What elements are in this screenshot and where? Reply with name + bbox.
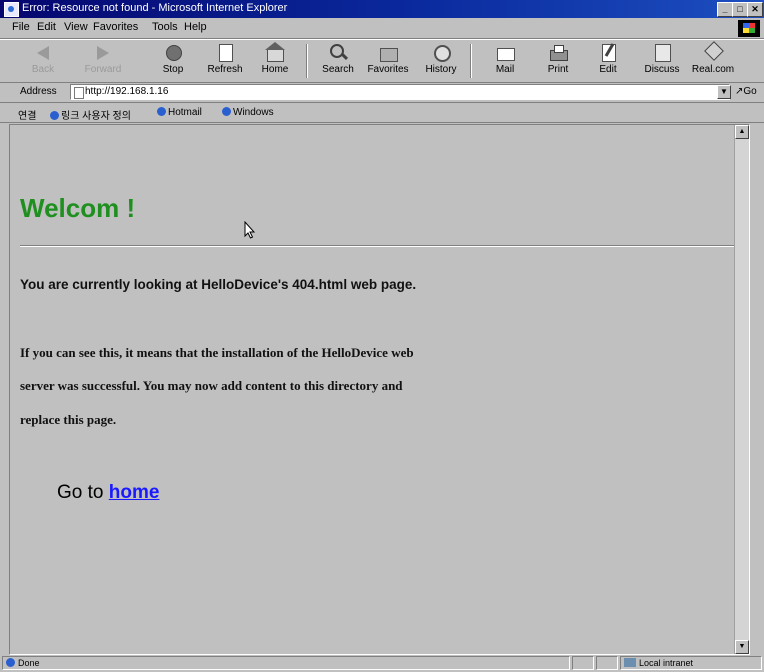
ie-link-icon [157,107,166,116]
back-button[interactable]: Back [18,44,68,80]
links-label: 연결 [18,111,37,122]
paragraph-line: replace this page. [20,412,117,427]
close-button[interactable]: ✕ [747,2,763,17]
mail-icon [495,44,515,62]
stop-icon [163,44,183,62]
back-arrow-icon [33,44,53,62]
subheading: You are currently looking at HelloDevice… [20,277,417,292]
minimize-button[interactable]: _ [717,2,733,17]
menu-edit[interactable]: Edit [37,21,56,33]
stop-button[interactable]: Stop [148,44,198,80]
menu-tools[interactable]: Tools [152,21,178,33]
link-windows[interactable]: Windows [222,107,274,118]
welcome-heading: Welcom ! [20,193,136,223]
forward-arrow-icon [93,44,113,62]
address-bar: Address http://192.168.1.16 ▼ ↗Go [0,82,764,103]
favorites-button[interactable]: Favorites [363,44,413,80]
printer-icon [548,44,568,62]
home-link[interactable]: home [109,482,160,503]
title-bar: Error: Resource not found - Microsoft In… [0,0,764,18]
history-button[interactable]: History [416,44,466,80]
status-text: Done [2,656,570,670]
paragraph-line: If you can see this, it means that the i… [20,345,414,360]
discuss-icon [652,44,672,62]
home-button[interactable]: Home [250,42,300,80]
ie-link-icon [50,111,59,120]
edit-button[interactable]: Edit [583,44,633,80]
ie-throbber-logo [738,20,760,37]
toolbar-separator [470,44,472,78]
page-content: Welcom ! You are currently looking at He… [9,124,750,655]
menu-favorites[interactable]: Favorites [93,21,138,33]
edit-icon [598,44,618,62]
page-icon [74,87,84,99]
maximize-button[interactable]: □ [732,2,748,17]
home-icon [265,42,285,62]
address-input[interactable]: http://192.168.1.16 [70,84,730,100]
links-bar: 연결 링크 사용자 정의 Hotmail Windows [0,103,764,123]
menu-view[interactable]: View [64,21,88,33]
toolbar-separator [306,44,308,78]
ie-link-icon [222,107,231,116]
search-icon [328,44,348,62]
menu-bar: File Edit View Favorites Tools Help [0,18,764,39]
scroll-up-button[interactable]: ▲ [735,125,749,139]
mail-button[interactable]: Mail [480,44,530,80]
realcom-button[interactable]: Real.com [688,41,738,80]
horizontal-rule [20,245,746,247]
address-label: Address [20,86,57,97]
discuss-button[interactable]: Discuss [637,44,687,80]
standard-toolbar: Back Forward Stop Refresh Home Search Fa… [0,39,764,83]
refresh-button[interactable]: Refresh [200,44,250,80]
favorites-folder-icon [378,44,398,62]
status-pane [572,656,594,670]
vertical-scrollbar[interactable]: ▲ ▼ [734,125,749,654]
link-customize[interactable]: 링크 사용자 정의 [50,107,131,122]
forward-button[interactable]: Forward [78,44,128,80]
address-dropdown-button[interactable]: ▼ [717,85,731,99]
refresh-icon [215,44,235,62]
address-url[interactable]: http://192.168.1.16 [85,86,168,97]
menu-file[interactable]: File [12,21,30,33]
window-title: Error: Resource not found - Microsoft In… [22,2,288,14]
history-icon [431,44,451,62]
status-bar: Done Local intranet [0,655,764,672]
realcom-icon [703,41,724,62]
scroll-down-button[interactable]: ▼ [735,640,749,654]
link-hotmail[interactable]: Hotmail [157,107,202,118]
intranet-icon [624,658,636,667]
print-button[interactable]: Print [533,44,583,80]
ie-app-icon[interactable] [4,2,19,17]
status-pane [596,656,618,670]
browser-window: Error: Resource not found - Microsoft In… [0,0,764,672]
security-zone: Local intranet [620,656,762,670]
menu-help[interactable]: Help [184,21,207,33]
search-button[interactable]: Search [313,44,363,80]
go-button[interactable]: ↗Go [735,86,757,97]
ie-page-icon [6,658,15,667]
goto-home-line: Go to home [57,482,160,503]
paragraph-line: server was successful. You may now add c… [20,378,403,393]
